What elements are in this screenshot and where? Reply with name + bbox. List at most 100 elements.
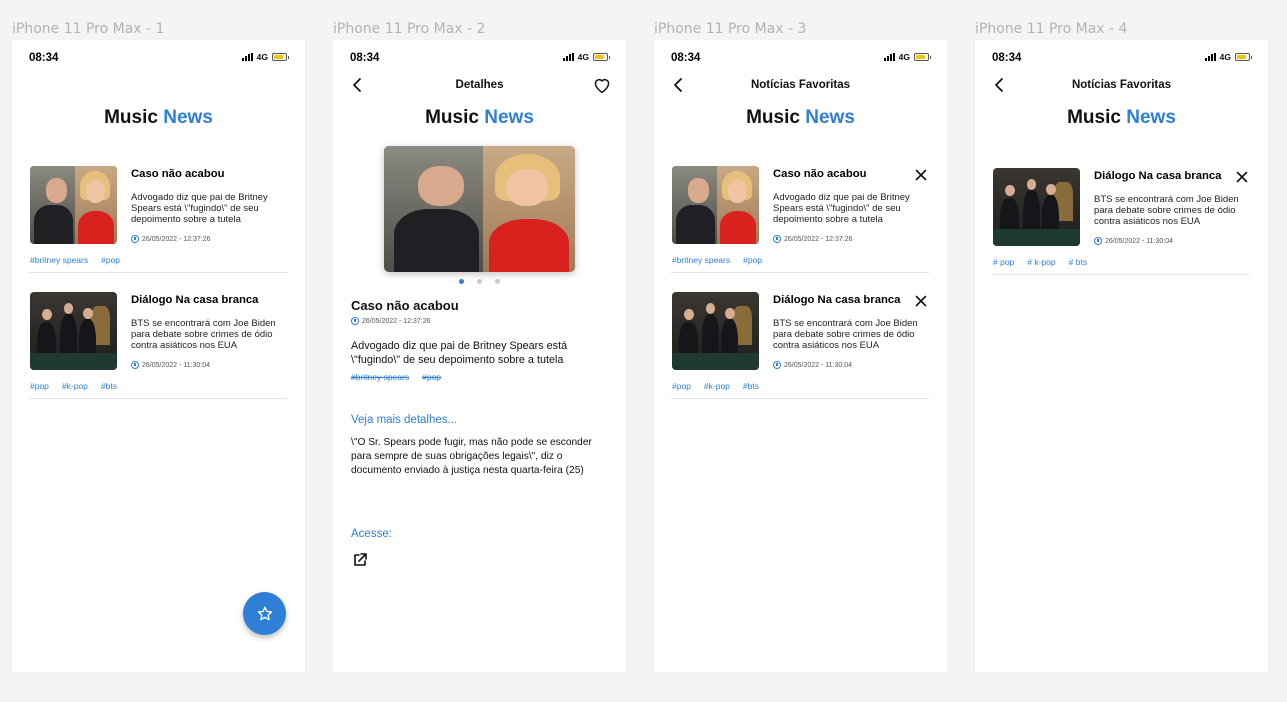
news-thumbnail: [30, 166, 117, 244]
news-card[interactable]: Caso não acabou Advogado diz que pai de …: [671, 166, 929, 273]
status-icons: 4G: [883, 52, 931, 62]
status-time: 08:34: [992, 52, 1022, 64]
tag[interactable]: #pop: [101, 255, 120, 265]
news-thumbnail: [993, 168, 1080, 246]
heart-icon[interactable]: [592, 76, 612, 94]
news-date-text: 26/05/2022 - 11:30:04: [784, 361, 852, 369]
status-time: 08:34: [29, 52, 59, 64]
news-description: BTS se encontrará com Joe Biden para deb…: [131, 318, 276, 351]
news-thumbnail: [672, 166, 759, 244]
app-title: Music News: [12, 107, 305, 129]
tag[interactable]: #britney spears: [351, 372, 409, 382]
top-bar: Detalhes: [333, 76, 626, 94]
phone-detail: 08:34 4G Detalhes Music News Caso não ac…: [333, 40, 626, 672]
app-title-part1: Music: [746, 107, 800, 128]
close-icon[interactable]: [1236, 171, 1248, 183]
battery-icon: [593, 53, 610, 61]
screen-title: Detalhes: [455, 79, 504, 91]
tag[interactable]: #bts: [101, 381, 117, 391]
carousel-indicator[interactable]: [333, 279, 626, 284]
top-bar: Notícias Favoritas: [654, 76, 947, 94]
status-bar: 08:34 4G: [333, 50, 626, 66]
news-title: Diálogo Na casa branca: [1094, 170, 1222, 182]
news-tags: #britney spears #pop: [30, 255, 120, 265]
tag[interactable]: #britney spears: [30, 255, 88, 265]
news-title: Caso não acabou: [773, 168, 867, 180]
app-title: Music News: [975, 107, 1268, 129]
carousel-dot[interactable]: [495, 279, 500, 284]
close-icon[interactable]: [915, 295, 927, 307]
tag[interactable]: #britney spears: [672, 255, 730, 265]
tag[interactable]: # pop: [993, 257, 1014, 267]
carousel-dot-active[interactable]: [459, 279, 464, 284]
tag[interactable]: #pop: [422, 372, 441, 382]
news-card[interactable]: Diálogo Na casa branca BTS se encontrará…: [992, 168, 1250, 275]
news-title: Diálogo Na casa branca: [131, 294, 259, 306]
news-tags: #pop #k-pop #bts: [30, 381, 117, 391]
signal-icon: [562, 53, 574, 61]
status-time: 08:34: [350, 52, 380, 64]
frame-label-4: iPhone 11 Pro Max - 4: [975, 21, 1128, 37]
tag[interactable]: #pop: [30, 381, 49, 391]
app-title-part1: Music: [425, 107, 479, 128]
clock-icon: [773, 235, 781, 243]
app-title-part2: News: [484, 107, 534, 128]
news-tags: #britney spears #pop: [672, 255, 762, 265]
news-card[interactable]: Caso não acabou Advogado diz que pai de …: [29, 166, 287, 273]
news-date-text: 26/05/2022 - 11:30:04: [1105, 237, 1173, 245]
news-description: Advogado diz que pai de Britney Spears e…: [131, 192, 268, 225]
signal-icon: [241, 53, 253, 61]
clock-icon: [773, 361, 781, 369]
news-image-carousel[interactable]: [384, 146, 575, 272]
status-time: 08:34: [671, 52, 701, 64]
news-date: 26/05/2022 - 11:30:04: [773, 361, 852, 369]
news-card[interactable]: Diálogo Na casa branca BTS se encontrará…: [671, 292, 929, 399]
news-date: 26/05/2022 - 12:37:26: [773, 235, 853, 243]
news-date-text: 26/05/2022 - 12:37:26: [784, 235, 853, 243]
news-date: 26/05/2022 - 11:30:04: [131, 361, 210, 369]
top-bar: Notícias Favoritas: [975, 76, 1268, 94]
app-title-part2: News: [1126, 107, 1176, 128]
screen-title: Notícias Favoritas: [750, 79, 851, 91]
tag[interactable]: #k-pop: [704, 381, 730, 391]
tag[interactable]: #pop: [743, 255, 762, 265]
phone-favorites-updated: 08:34 4G Notícias Favoritas Music News D…: [975, 40, 1268, 672]
tag[interactable]: #bts: [743, 381, 759, 391]
news-date-text: 26/05/2022 - 12:37:26: [142, 235, 211, 243]
news-tags: #pop #k-pop #bts: [672, 381, 759, 391]
network-label: 4G: [256, 52, 268, 62]
carousel-dot[interactable]: [477, 279, 482, 284]
battery-icon: [1235, 53, 1252, 61]
phone-favorites: 08:34 4G Notícias Favoritas Music News C…: [654, 40, 947, 672]
screen-title: Notícias Favoritas: [1071, 79, 1172, 91]
app-title: Music News: [333, 107, 626, 129]
tag[interactable]: #pop: [672, 381, 691, 391]
news-title: Caso não acabou: [131, 168, 225, 180]
news-card[interactable]: Diálogo Na casa branca BTS se encontrará…: [29, 292, 287, 399]
news-title: Diálogo Na casa branca: [773, 294, 901, 306]
signal-icon: [1204, 53, 1216, 61]
frame-label-2: iPhone 11 Pro Max - 2: [333, 21, 486, 37]
phone-home: 08:34 4G Music News Caso não acabou Advo…: [12, 40, 305, 672]
tag[interactable]: #k-pop: [62, 381, 88, 391]
clock-icon: [131, 361, 139, 369]
more-details-link[interactable]: Veja mais detalhes...: [351, 414, 457, 426]
network-label: 4G: [577, 52, 589, 62]
tag[interactable]: # bts: [1069, 257, 1087, 267]
app-title-part1: Music: [104, 107, 158, 128]
network-label: 4G: [1219, 52, 1231, 62]
news-description: BTS se encontrará com Joe Biden para deb…: [773, 318, 918, 351]
detail-tags: #britney spears #pop: [351, 372, 441, 382]
app-title-part1: Music: [1067, 107, 1121, 128]
news-date-text: 26/05/2022 - 11:30:04: [142, 361, 210, 369]
status-bar: 08:34 4G: [975, 50, 1268, 66]
external-link-icon[interactable]: [352, 552, 368, 568]
close-icon[interactable]: [915, 169, 927, 181]
battery-icon: [272, 53, 289, 61]
news-thumbnail: [672, 292, 759, 370]
detail-title: Caso não acabou: [351, 298, 459, 313]
news-description: Advogado diz que pai de Britney Spears e…: [773, 192, 910, 225]
news-date: 26/05/2022 - 11:30:04: [1094, 237, 1173, 245]
favorites-fab-button[interactable]: [243, 592, 286, 635]
tag[interactable]: # k-pop: [1027, 257, 1055, 267]
